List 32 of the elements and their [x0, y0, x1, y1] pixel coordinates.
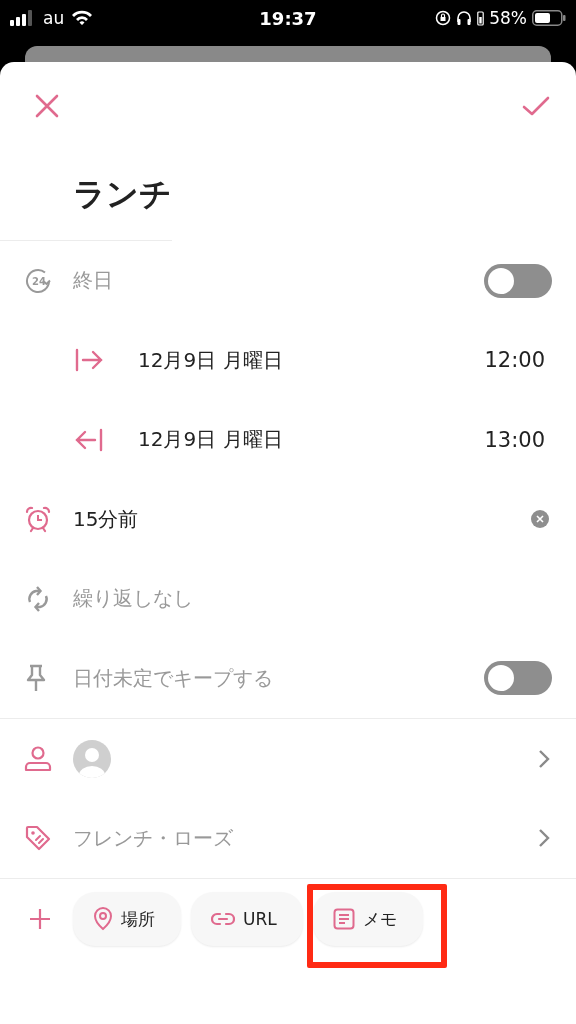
note-icon	[332, 908, 355, 930]
start-arrow-icon	[75, 348, 103, 373]
add-icon[interactable]	[28, 907, 52, 931]
toggle-switch[interactable]	[484, 263, 552, 298]
headphones-icon	[456, 10, 473, 26]
attachment-chip[interactable]: URL	[191, 892, 303, 946]
battery-percent: 58%	[489, 8, 527, 28]
time-value[interactable]: 13:00	[484, 427, 545, 452]
carrier-name: au	[43, 8, 65, 28]
row-label[interactable]: 12月9日 月曜日	[138, 346, 283, 374]
chevron-icon[interactable]	[538, 828, 550, 849]
alarm-clock-icon	[24, 505, 52, 534]
link-icon	[211, 912, 235, 926]
row-label[interactable]: 12月9日 月曜日	[138, 426, 283, 454]
event-title[interactable]: ランチ	[0, 150, 172, 241]
attachment-chip[interactable]: メモ	[312, 892, 423, 946]
clock-time: 19:37	[259, 7, 317, 29]
rotation-lock-icon	[435, 10, 452, 26]
end-arrow-icon	[75, 427, 103, 452]
battery-icon	[532, 10, 566, 26]
chevron-icon[interactable]	[538, 748, 550, 769]
attachment-chip[interactable]: 場所	[73, 892, 181, 946]
row-label[interactable]: 15分前	[73, 505, 139, 533]
toggle-switch[interactable]	[484, 661, 552, 696]
wifi-icon	[71, 10, 94, 26]
location-pin-icon	[93, 907, 113, 931]
pin-icon	[24, 664, 48, 693]
time-value[interactable]: 12:00	[484, 348, 545, 373]
charging-icon	[477, 10, 485, 26]
tag-icon	[24, 824, 52, 853]
clear-icon[interactable]	[530, 509, 550, 530]
person-icon	[24, 745, 52, 772]
